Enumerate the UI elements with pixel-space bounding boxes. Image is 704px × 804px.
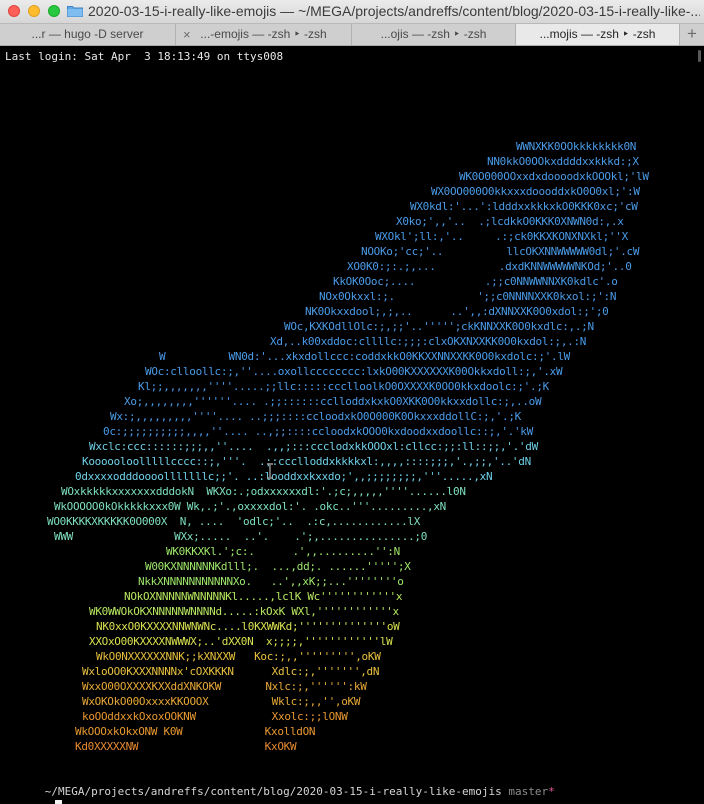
ascii-art-line: WxloOO0KXXXNNNNx'cOXKKKN Xdlc:;,''''''',… xyxy=(82,665,380,678)
prompt-line: ~/MEGA/projects/andreffs/content/blog/20… xyxy=(5,769,555,804)
title-bar[interactable]: 2020-03-15-i-really-like-emojis — ~/MEGA… xyxy=(0,0,704,24)
close-tab-icon[interactable]: × xyxy=(183,24,191,45)
tab-emojis-active[interactable]: ...mojis — -zsh ‣ -zsh xyxy=(516,24,680,45)
git-dirty-marker: * xyxy=(548,785,555,798)
folder-icon xyxy=(67,6,83,17)
ascii-art-line: WkOOOOO0kOkkkkkxxx0W Wk,.;'.,oxxxxdol:'.… xyxy=(54,500,446,513)
window-title: 2020-03-15-i-really-like-emojis — ~/MEGA… xyxy=(88,3,700,19)
ascii-art-line: WK0WWOkOKXNNNNNWNNNNd.....:kOxK WXl,''''… xyxy=(89,605,399,618)
ascii-art-line: XO0K0:;:.;,... .dxdKNNWWWWWNKOd;'..0 xyxy=(347,260,632,273)
ascii-art-line: Kd0XXXXXNW KxOKW xyxy=(75,740,297,753)
scrollbar[interactable] xyxy=(698,50,701,62)
ascii-art-line: WOc,KXKOdllOlc:;,;;'..''''';ckKNNXXK0O0k… xyxy=(284,320,594,333)
ascii-art-line: WWNXKK0OOkkkkkkkk0N xyxy=(516,140,637,153)
close-window-button[interactable] xyxy=(8,5,20,17)
ascii-art-line: NN0kkO0OOkxddddxxkkkd:;X xyxy=(487,155,639,168)
ascii-art-line: WX0OO000O0kkxxxdoooddxkO0O0xl;':W xyxy=(431,185,640,198)
tab-label: ...-emojis — -zsh ‣ -zsh xyxy=(200,27,327,41)
ascii-art-line: WOc:clloollc:;,''....oxollcccccccc:lxkO0… xyxy=(145,365,563,378)
ascii-art-line: WK0KKXKl.';c:. .',,.........'':N xyxy=(166,545,400,558)
tab-label: ...mojis — -zsh ‣ -zsh xyxy=(539,27,656,41)
ascii-art-line: WxOKOkO00OxxxxKKOOOX Wklc:;,,'',oKW xyxy=(82,695,361,708)
ascii-art-line: Wx:;,,,,,,,,,''''.... ..;;;::::ccloodxkO… xyxy=(110,410,521,423)
ascii-art-line: W WN0d:'...xkxdollccc:coddxkkO0KKXXNNXXK… xyxy=(159,350,570,363)
ascii-art-line: NkkXNNNNNNNNNNNXo. ..',,xK;;...''''''''o xyxy=(138,575,404,588)
ascii-art-line: 0dxxxxodddoooolllllllc;;'. ..:looddxxkxx… xyxy=(75,470,493,483)
ascii-art-line: Xo;,,,,,,,,''''''.... .;;::::::cclloddxk… xyxy=(124,395,542,408)
ascii-art-line: Wxclc:ccc::::::;;;,,''.... .,,;:::ccclod… xyxy=(89,440,538,453)
ascii-art-line: NK0Okxxdool;,;,.. ..',,:dXNNXXK0O0xdol:;… xyxy=(305,305,609,318)
block-cursor xyxy=(55,800,63,804)
ascii-art-line: Koooooloolllllcccc::;,'''. .;:ccclloddxk… xyxy=(82,455,531,468)
tab-emojis-1[interactable]: × ...-emojis — -zsh ‣ -zsh xyxy=(176,24,352,45)
ascii-art-line: WkO0NXXXXXXNNK;;kXNXXW Koc:;,,''''''''',… xyxy=(96,650,381,663)
input-line[interactable]: › xyxy=(5,785,63,804)
text-cursor-icon xyxy=(267,463,273,479)
ascii-art-line: NOx0Okxxl:;. ';;c0NNNNXXK0kxol:;':N xyxy=(319,290,617,303)
tab-label: ...ojis — -zsh ‣ -zsh xyxy=(380,27,487,41)
tab-bar: ...r — hugo -D server × ...-emojis — -zs… xyxy=(0,24,704,46)
tab-label: ...r — hugo -D server xyxy=(31,27,144,41)
git-branch: master xyxy=(508,785,549,798)
ascii-art-line: NOOKo;'cc;'.. llcOKXNNWWWWW0dl;'.cW xyxy=(361,245,640,258)
ascii-art-line: WWW WXx;..... ..'. .';,...............;0 xyxy=(54,530,428,543)
ascii-art-line: koOOddxxkOxoxOOKNW Xxolc:;;lONW xyxy=(82,710,348,723)
ascii-art-line: W00KXNNNNNNKdlll;. ...,dd;. ......''''';… xyxy=(145,560,411,573)
ascii-art-line: WO0KKKKXKKKKK0O000X N, .... 'odlc;'.. .:… xyxy=(47,515,421,528)
ascii-art-line: XXOxO00KXXXXNWWWX;..'dXX0N x;;;;,'''''''… xyxy=(89,635,393,648)
new-tab-button[interactable]: + xyxy=(680,24,704,45)
ascii-art-line: NK0xxO0KXXXXNNWNWNc....l0KXWWKd;''''''''… xyxy=(96,620,400,633)
ascii-art-line: KkOK0Ooc;.... .;;c0NNWWNNXK0kdlc'.o xyxy=(333,275,618,288)
ascii-art-line: WK0O000OOxxdxdoooodxkOOOkl;'lW xyxy=(459,170,649,183)
ascii-art-line: Kl;;,,,,,,,''''.....;;llc:::::ccclloolkO… xyxy=(138,380,549,393)
terminal-output[interactable]: Last login: Sat Apr 3 18:13:49 on ttys00… xyxy=(0,46,704,804)
tab-emojis-2[interactable]: ...ojis — -zsh ‣ -zsh xyxy=(352,24,516,45)
ascii-art-line: 0c:;;;;;;;;;;,,,,''.... ..,;;::::ccloodx… xyxy=(103,425,533,438)
last-login-line: Last login: Sat Apr 3 18:13:49 on ttys00… xyxy=(5,50,284,63)
ascii-art-line: Xd,..k00xddoc:cllllc:;;;:clxOKXNXXKK0O0k… xyxy=(270,335,587,348)
tab-hugo-server[interactable]: ...r — hugo -D server xyxy=(0,24,176,45)
ascii-art-line: WxxO00OXXXXKXXddXNKOKW Nxlc:;,'''''':kW xyxy=(82,680,367,693)
minimize-window-button[interactable] xyxy=(28,5,40,17)
ascii-art-line: WOxkkkkkxxxxxxxdddokN WKXo:.;odxxxxxxdl:… xyxy=(61,485,466,498)
ascii-art-line: X0ko;',,'.. .;lcdkkO0KKK0XNWN0d:,.x xyxy=(396,215,624,228)
zoom-window-button[interactable] xyxy=(48,5,60,17)
ascii-art-line: NOkOXNNNNNWNNNNNKl.....,lclK Wc'''''''''… xyxy=(124,590,403,603)
prompt-path: ~/MEGA/projects/andreffs/content/blog/20… xyxy=(44,785,502,798)
ascii-art-line: WX0kdl:'...':ldddxxkkkxkO0KKK0xc;'cW xyxy=(410,200,638,213)
ascii-art-line: WXOkl';ll:,'.. .:;ck0KKXKONXNXkl;''X xyxy=(375,230,628,243)
terminal-window: 2020-03-15-i-really-like-emojis — ~/MEGA… xyxy=(0,0,704,804)
ascii-art-line: WkOOOxkOkxONW K0W KxolldON xyxy=(75,725,316,738)
